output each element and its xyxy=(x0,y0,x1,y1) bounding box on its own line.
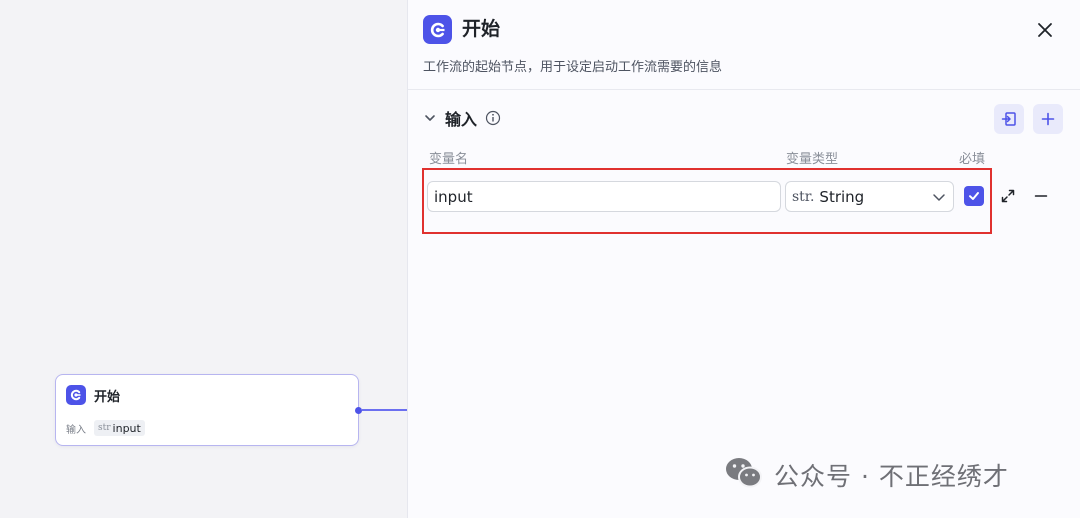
string-type-icon: str xyxy=(98,423,111,433)
string-type-icon: str. xyxy=(792,188,815,205)
column-header-required: 必填 xyxy=(959,152,986,167)
node-row-label: 输入 xyxy=(66,424,86,436)
start-node[interactable]: 开始 输入 str input xyxy=(55,374,359,446)
node-input-row: 输入 str input xyxy=(66,420,145,436)
node-variable-name: input xyxy=(112,421,141,435)
panel-title: 开始 xyxy=(462,18,501,40)
node-output-port[interactable] xyxy=(355,407,362,414)
remove-variable-button[interactable] xyxy=(1032,187,1050,205)
node-variable-tag: str input xyxy=(94,420,145,436)
start-node-icon xyxy=(66,385,86,405)
node-title: 开始 xyxy=(94,389,121,405)
import-icon xyxy=(1001,112,1016,126)
variable-type-select[interactable]: str. String xyxy=(785,181,954,212)
connection-edge[interactable] xyxy=(362,409,407,411)
required-checkbox[interactable] xyxy=(964,186,984,206)
expand-icon xyxy=(1001,189,1015,203)
info-icon[interactable] xyxy=(485,110,501,126)
start-node-icon xyxy=(423,15,452,44)
panel-description: 工作流的起始节点，用于设定启动工作流需要的信息 xyxy=(423,60,723,75)
add-variable-button[interactable] xyxy=(1033,104,1063,134)
minus-icon xyxy=(1034,195,1048,197)
wechat-icon xyxy=(724,456,764,494)
collapse-toggle[interactable] xyxy=(423,111,437,125)
check-icon xyxy=(969,192,979,200)
section-title: 输入 xyxy=(445,110,478,129)
variable-name-input[interactable]: input xyxy=(427,181,781,212)
panel-header: 开始 工作流的起始节点，用于设定启动工作流需要的信息 xyxy=(408,0,1080,90)
input-section-header: 输入 xyxy=(423,105,501,131)
column-header-name: 变量名 xyxy=(429,152,469,167)
plus-icon xyxy=(1041,112,1055,126)
variable-type-value: String xyxy=(819,187,865,206)
chevron-down-icon xyxy=(931,189,947,205)
import-button[interactable] xyxy=(994,104,1024,134)
node-header: 开始 xyxy=(66,385,120,405)
chevron-down-icon xyxy=(425,115,435,121)
close-button[interactable] xyxy=(1031,16,1059,44)
expand-button[interactable] xyxy=(999,187,1017,205)
close-icon xyxy=(1038,23,1052,37)
workflow-canvas[interactable]: 开始 输入 str input xyxy=(0,0,407,518)
watermark: 公众号 · 不正经绣才 xyxy=(724,456,1009,494)
watermark-text: 公众号 · 不正经绣才 xyxy=(774,462,1009,491)
node-config-panel: 开始 工作流的起始节点，用于设定启动工作流需要的信息 输入 变量名 变量类型 必… xyxy=(407,0,1080,518)
column-header-type: 变量类型 xyxy=(786,152,839,167)
